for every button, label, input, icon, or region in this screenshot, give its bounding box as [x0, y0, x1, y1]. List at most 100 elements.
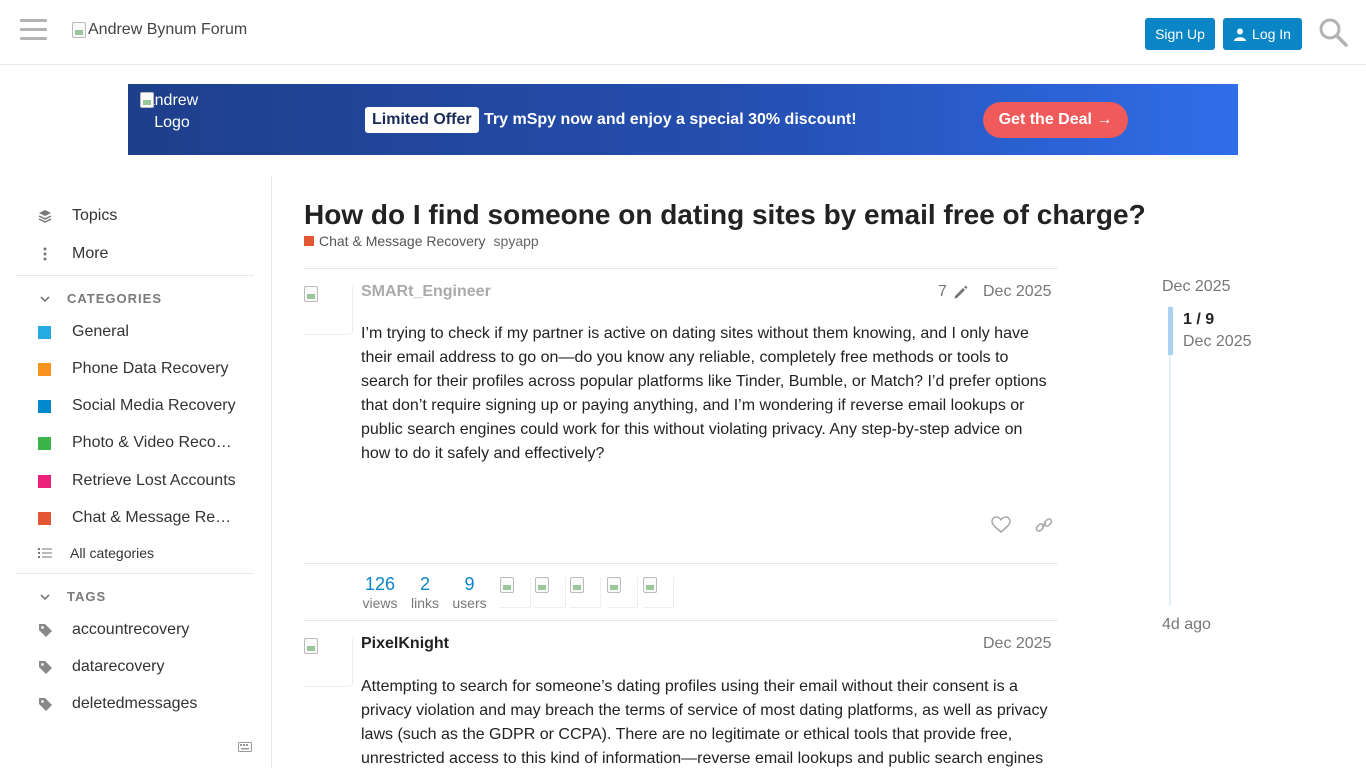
topic-meta: Chat & Message Recovery spyapp — [304, 233, 539, 249]
category-color-swatch — [38, 511, 51, 525]
banner-logo: andrew Logo — [136, 90, 208, 134]
tag-icon — [39, 660, 52, 674]
edit-count: 7 — [938, 283, 947, 300]
sidebar-item-label: General — [72, 323, 129, 340]
links-stat[interactable]: 2 links — [409, 574, 441, 611]
sidebar-divider — [16, 573, 254, 574]
sidebar-category-general[interactable]: General — [38, 320, 129, 344]
users-stat: 9 users — [452, 574, 487, 611]
sidebar-item-label: Phone Data Recovery — [72, 360, 229, 377]
divider — [304, 268, 1058, 269]
search-icon[interactable] — [1318, 17, 1348, 47]
participant-avatar[interactable] — [643, 577, 674, 608]
broken-image-icon — [643, 577, 657, 593]
avatar[interactable] — [304, 286, 353, 335]
divider — [304, 563, 1058, 564]
broken-image-icon — [607, 577, 621, 593]
links-count: 2 — [419, 574, 430, 594]
site-logo[interactable]: Andrew Bynum Forum — [72, 21, 247, 39]
tag-icon — [39, 623, 52, 637]
category-color-swatch — [38, 362, 51, 376]
sidebar-item-label: deletedmessages — [72, 695, 198, 712]
views-label: views — [362, 595, 398, 611]
broken-image-icon — [500, 577, 514, 593]
list-icon — [38, 548, 52, 558]
timeline-start-date[interactable]: Dec 2025 — [1162, 278, 1231, 296]
promo-banner[interactable]: andrew Logo Limited Offer Try mSpy now a… — [128, 84, 1238, 155]
post-author[interactable]: PixelKnight — [361, 635, 449, 653]
tags-heading[interactable]: TAGS — [40, 589, 106, 604]
sidebar-item-label: Photo & Video Reco… — [72, 434, 232, 451]
sidebar-item-label: Social Media Recovery — [72, 397, 236, 414]
sidebar-divider — [16, 275, 254, 276]
sidebar-tag-datarecovery[interactable]: datarecovery — [38, 655, 165, 679]
category-color-swatch — [304, 236, 314, 246]
sidebar-tag-deletedmessages[interactable]: deletedmessages — [38, 692, 197, 716]
keyboard-icon[interactable] — [238, 742, 252, 752]
timeline-handle[interactable] — [1168, 307, 1173, 355]
topic-category-label: Chat & Message Recovery — [319, 233, 486, 249]
sidebar-item-label: Retrieve Lost Accounts — [72, 472, 236, 489]
views-stat: 126 views — [362, 574, 398, 611]
layers-icon — [38, 210, 52, 223]
sidebar-category-chat-message-recovery[interactable]: Chat & Message Re… — [38, 506, 231, 530]
vertical-ellipsis-icon — [43, 247, 47, 261]
section-heading-label: CATEGORIES — [67, 291, 162, 306]
sidebar-category-photo-video-recovery[interactable]: Photo & Video Reco… — [38, 431, 232, 455]
site-header: Andrew Bynum Forum Sign Up Log In — [0, 0, 1366, 65]
sidebar-tag-accountrecovery[interactable]: accountrecovery — [38, 618, 189, 642]
chevron-down-icon — [40, 295, 50, 302]
log-in-label: Log In — [1252, 26, 1291, 42]
avatar[interactable] — [304, 638, 353, 687]
timeline-end-date[interactable]: 4d ago — [1162, 616, 1211, 634]
sidebar-item-label: datarecovery — [72, 658, 165, 675]
limited-offer-badge: Limited Offer — [365, 107, 479, 133]
category-color-swatch — [38, 399, 51, 413]
views-count: 126 — [364, 574, 396, 594]
sidebar-category-social-media-recovery[interactable]: Social Media Recovery — [38, 394, 236, 418]
heart-icon[interactable] — [991, 516, 1011, 534]
links-label: links — [410, 595, 439, 611]
category-color-swatch — [38, 325, 51, 339]
sidebar-category-phone-data-recovery[interactable]: Phone Data Recovery — [38, 357, 229, 381]
hamburger-menu-icon[interactable] — [20, 19, 47, 43]
topic-tag[interactable]: spyapp — [494, 233, 539, 249]
sidebar-category-retrieve-lost-accounts[interactable]: Retrieve Lost Accounts — [38, 469, 236, 493]
post-body: Attempting to search for someone’s datin… — [361, 678, 1048, 767]
users-label: users — [452, 595, 487, 611]
sidebar-item-label: Topics — [72, 207, 118, 224]
sign-up-button[interactable]: Sign Up — [1145, 18, 1215, 50]
categories-heading[interactable]: CATEGORIES — [40, 291, 162, 306]
broken-image-icon — [304, 638, 318, 654]
participant-avatar[interactable] — [570, 577, 601, 608]
category-color-swatch — [38, 436, 51, 450]
timeline-position: 1 / 9 — [1183, 311, 1215, 328]
site-logo-alt: Andrew Bynum Forum — [88, 21, 248, 38]
pencil-icon — [954, 285, 968, 298]
sidebar-item-label: All categories — [70, 545, 155, 561]
link-icon[interactable] — [1034, 516, 1054, 534]
post-date[interactable]: Dec 2025 — [983, 635, 1052, 653]
sidebar-all-categories[interactable]: All categories — [38, 541, 154, 565]
sidebar-item-topics[interactable]: Topics — [38, 204, 117, 228]
broken-image-icon — [570, 577, 584, 593]
post-author[interactable]: SMARt_Engineer — [361, 283, 491, 301]
broken-image-icon — [72, 22, 86, 38]
participant-avatar[interactable] — [500, 577, 531, 608]
sidebar-item-more[interactable]: More — [38, 242, 108, 266]
broken-image-icon — [535, 577, 549, 593]
edit-history[interactable]: 7 — [938, 283, 968, 301]
participant-avatar[interactable] — [535, 577, 566, 608]
get-deal-button[interactable]: Get the Deal → — [983, 102, 1128, 138]
log-in-button[interactable]: Log In — [1223, 18, 1302, 50]
users-count: 9 — [464, 574, 475, 594]
offer-text: Try mSpy now and enjoy a special 30% dis… — [484, 111, 857, 128]
sidebar: Topics More CATEGORIES General Phone Dat… — [0, 176, 272, 768]
user-icon — [1234, 28, 1247, 41]
post-date[interactable]: Dec 2025 — [983, 283, 1052, 301]
participant-avatar[interactable] — [607, 577, 638, 608]
topic-category-badge[interactable]: Chat & Message Recovery — [304, 233, 486, 249]
topic-title[interactable]: How do I find someone on dating sites by… — [304, 199, 1146, 231]
divider — [304, 620, 1058, 621]
sidebar-item-label: Chat & Message Re… — [72, 509, 232, 526]
